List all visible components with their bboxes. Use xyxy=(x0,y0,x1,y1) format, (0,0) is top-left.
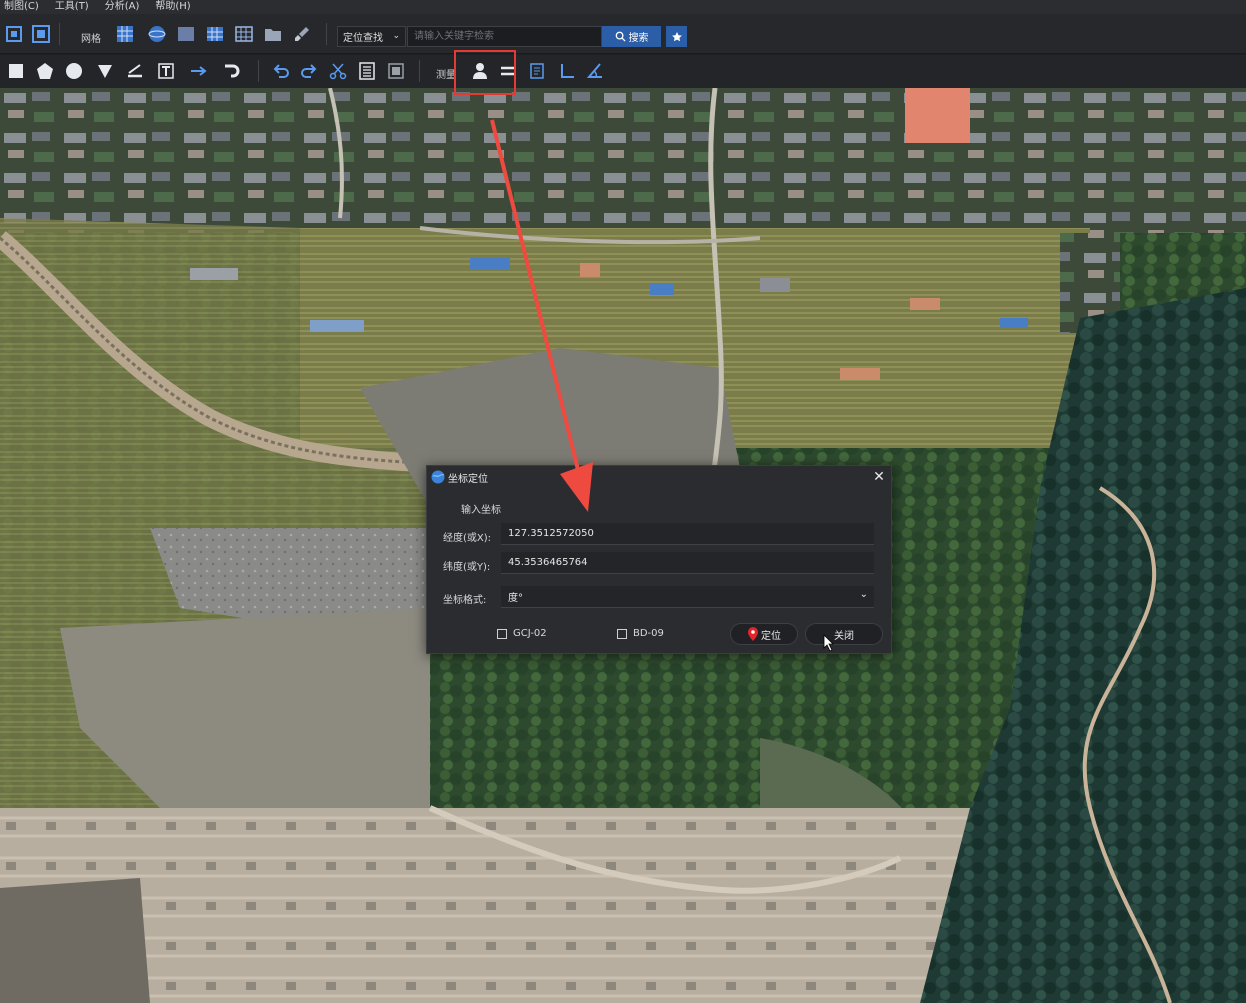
measure-label[interactable]: 测量 xyxy=(436,66,456,81)
toolbar-divider xyxy=(59,23,60,45)
dialog-title: 坐标定位 xyxy=(448,473,488,485)
area-measure-icon[interactable] xyxy=(526,60,548,82)
redo-icon[interactable] xyxy=(298,60,320,82)
gcj02-checkbox[interactable]: GCJ-02 xyxy=(497,628,547,639)
height-measure-icon[interactable] xyxy=(556,60,578,82)
bd09-label: BD-09 xyxy=(633,628,664,639)
longitude-label: 经度(或X): xyxy=(443,533,492,544)
locate-button-label: 定位 xyxy=(761,630,781,642)
coordinate-format-value: 度° xyxy=(508,593,523,604)
locate-mode-select[interactable]: 定位查找 ⌄ xyxy=(337,26,406,47)
coordinate-format-select[interactable]: 度° ⌄ xyxy=(501,586,874,608)
image-layer-icon[interactable] xyxy=(175,23,197,45)
grid-label[interactable]: 网格 xyxy=(81,30,101,45)
map-pin-icon xyxy=(748,627,758,641)
menu-tools[interactable]: 工具(T) xyxy=(55,0,89,14)
globe-icon xyxy=(431,470,445,484)
zoom-window-icon[interactable] xyxy=(30,23,52,45)
brush-icon[interactable] xyxy=(291,23,313,45)
search-icon xyxy=(615,31,626,42)
menu-help[interactable]: 帮助(H) xyxy=(155,0,190,14)
coordinate-locate-dialog: 坐标定位 ✕ 输入坐标 经度(或X): 127.3512572050 纬度(或Y… xyxy=(426,465,892,654)
projection-icon[interactable] xyxy=(146,23,168,45)
favorite-button[interactable] xyxy=(666,26,687,47)
latitude-label: 纬度(或Y): xyxy=(443,562,491,573)
close-button-label: 关闭 xyxy=(834,630,854,642)
dialog-titlebar[interactable]: 坐标定位 xyxy=(427,466,891,488)
latitude-field[interactable]: 45.3536465764 xyxy=(501,552,874,574)
checkbox-box xyxy=(497,628,507,639)
locate-mode-value: 定位查找 xyxy=(343,33,383,44)
toolbar-divider xyxy=(419,60,420,82)
section-input-coordinates: 输入坐标 xyxy=(461,505,501,516)
drawing-toolbar: 测量 xyxy=(0,55,1246,88)
longitude-field[interactable]: 127.3512572050 xyxy=(501,523,874,545)
gcj02-label: GCJ-02 xyxy=(513,628,547,639)
grid-mesh-icon[interactable] xyxy=(204,23,226,45)
toolbar-divider xyxy=(258,60,259,82)
angle-measure-icon[interactable] xyxy=(584,60,606,82)
menu-analysis[interactable]: 分析(A) xyxy=(105,0,140,14)
search-input[interactable] xyxy=(407,26,602,47)
close-button[interactable]: 关闭 xyxy=(805,623,883,645)
menu-cartography[interactable]: 制图(C) xyxy=(4,0,39,14)
menubar: 制图(C) 工具(T) 分析(A) 帮助(H) xyxy=(0,0,1246,14)
locate-button[interactable]: 定位 xyxy=(730,623,798,645)
close-icon[interactable]: ✕ xyxy=(871,469,887,485)
table-grid-icon[interactable] xyxy=(233,23,255,45)
format-label: 坐标格式: xyxy=(443,595,487,606)
text-tool-icon[interactable] xyxy=(155,60,177,82)
circle-icon[interactable] xyxy=(63,60,85,82)
curve-tool-icon[interactable] xyxy=(221,60,243,82)
bd09-checkbox[interactable]: BD-09 xyxy=(617,628,664,639)
arrow-tool-icon[interactable] xyxy=(188,60,210,82)
chevron-down-icon: ⌄ xyxy=(859,589,868,600)
checkbox-box xyxy=(617,628,627,639)
folder-icon[interactable] xyxy=(262,23,284,45)
line-style-icon[interactable] xyxy=(124,60,146,82)
star-icon xyxy=(671,31,682,41)
tool-highlight-box xyxy=(454,50,516,95)
rectangle-icon[interactable] xyxy=(5,60,27,82)
undo-icon[interactable] xyxy=(270,60,292,82)
grid-table-icon[interactable] xyxy=(114,23,136,45)
search-button[interactable]: 搜索 xyxy=(602,26,661,47)
scissors-icon[interactable] xyxy=(327,60,349,82)
chevron-down-icon: ⌄ xyxy=(392,31,400,41)
polygon-icon[interactable] xyxy=(34,60,56,82)
full-extent-icon[interactable] xyxy=(3,23,25,45)
app-window: 制图(C) 工具(T) 分析(A) 帮助(H) 网格 定位查找 ⌄ 请输入关键字… xyxy=(0,0,1246,1003)
toolbar-divider xyxy=(326,23,327,45)
search-button-label: 搜索 xyxy=(628,33,649,44)
list-panel-icon[interactable] xyxy=(356,60,378,82)
marker-shape-icon[interactable] xyxy=(94,60,116,82)
layer-panel-icon[interactable] xyxy=(385,60,407,82)
